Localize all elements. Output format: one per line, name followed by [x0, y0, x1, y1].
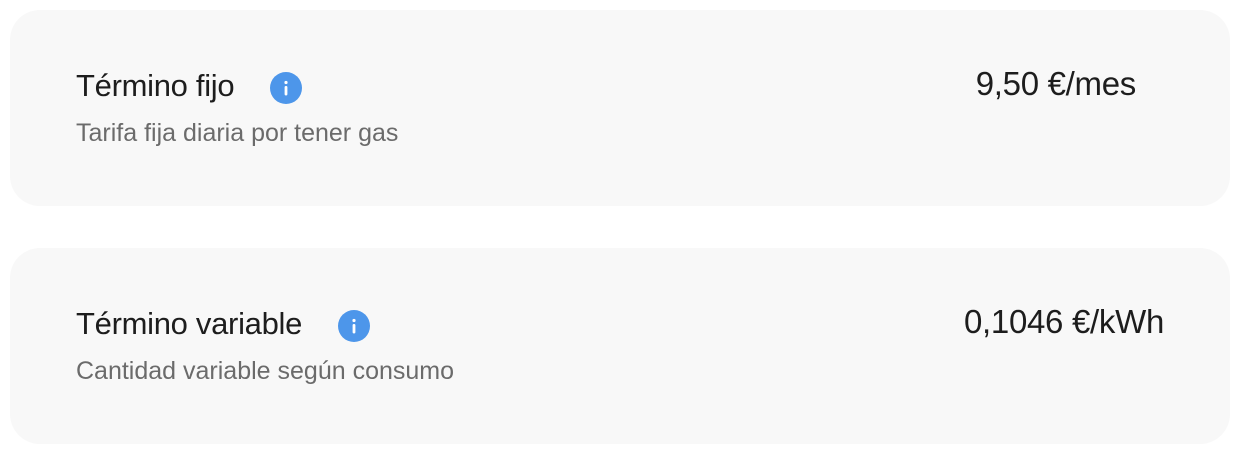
fixed-term-price: 9,50 €/mes	[975, 65, 1137, 102]
variable-term-price: 0,1046 €/kWh	[963, 303, 1164, 340]
variable-term-card: Término variable Cantidad variable según…	[10, 248, 1230, 444]
fixed-term-card: Término fijo Tarifa fija diaria por tene…	[10, 10, 1230, 206]
variable-term-title-row: Término variable	[76, 304, 371, 344]
fixed-term-description: Tarifa fija diaria por tener gas	[76, 119, 399, 147]
variable-term-description: Cantidad variable según consumo	[76, 357, 455, 385]
info-icon[interactable]	[270, 72, 303, 104]
info-icon[interactable]	[338, 310, 371, 342]
variable-term-title: Término variable	[76, 306, 303, 341]
fixed-term-title: Término fijo	[76, 68, 235, 103]
fixed-term-title-row: Término fijo	[76, 66, 303, 106]
